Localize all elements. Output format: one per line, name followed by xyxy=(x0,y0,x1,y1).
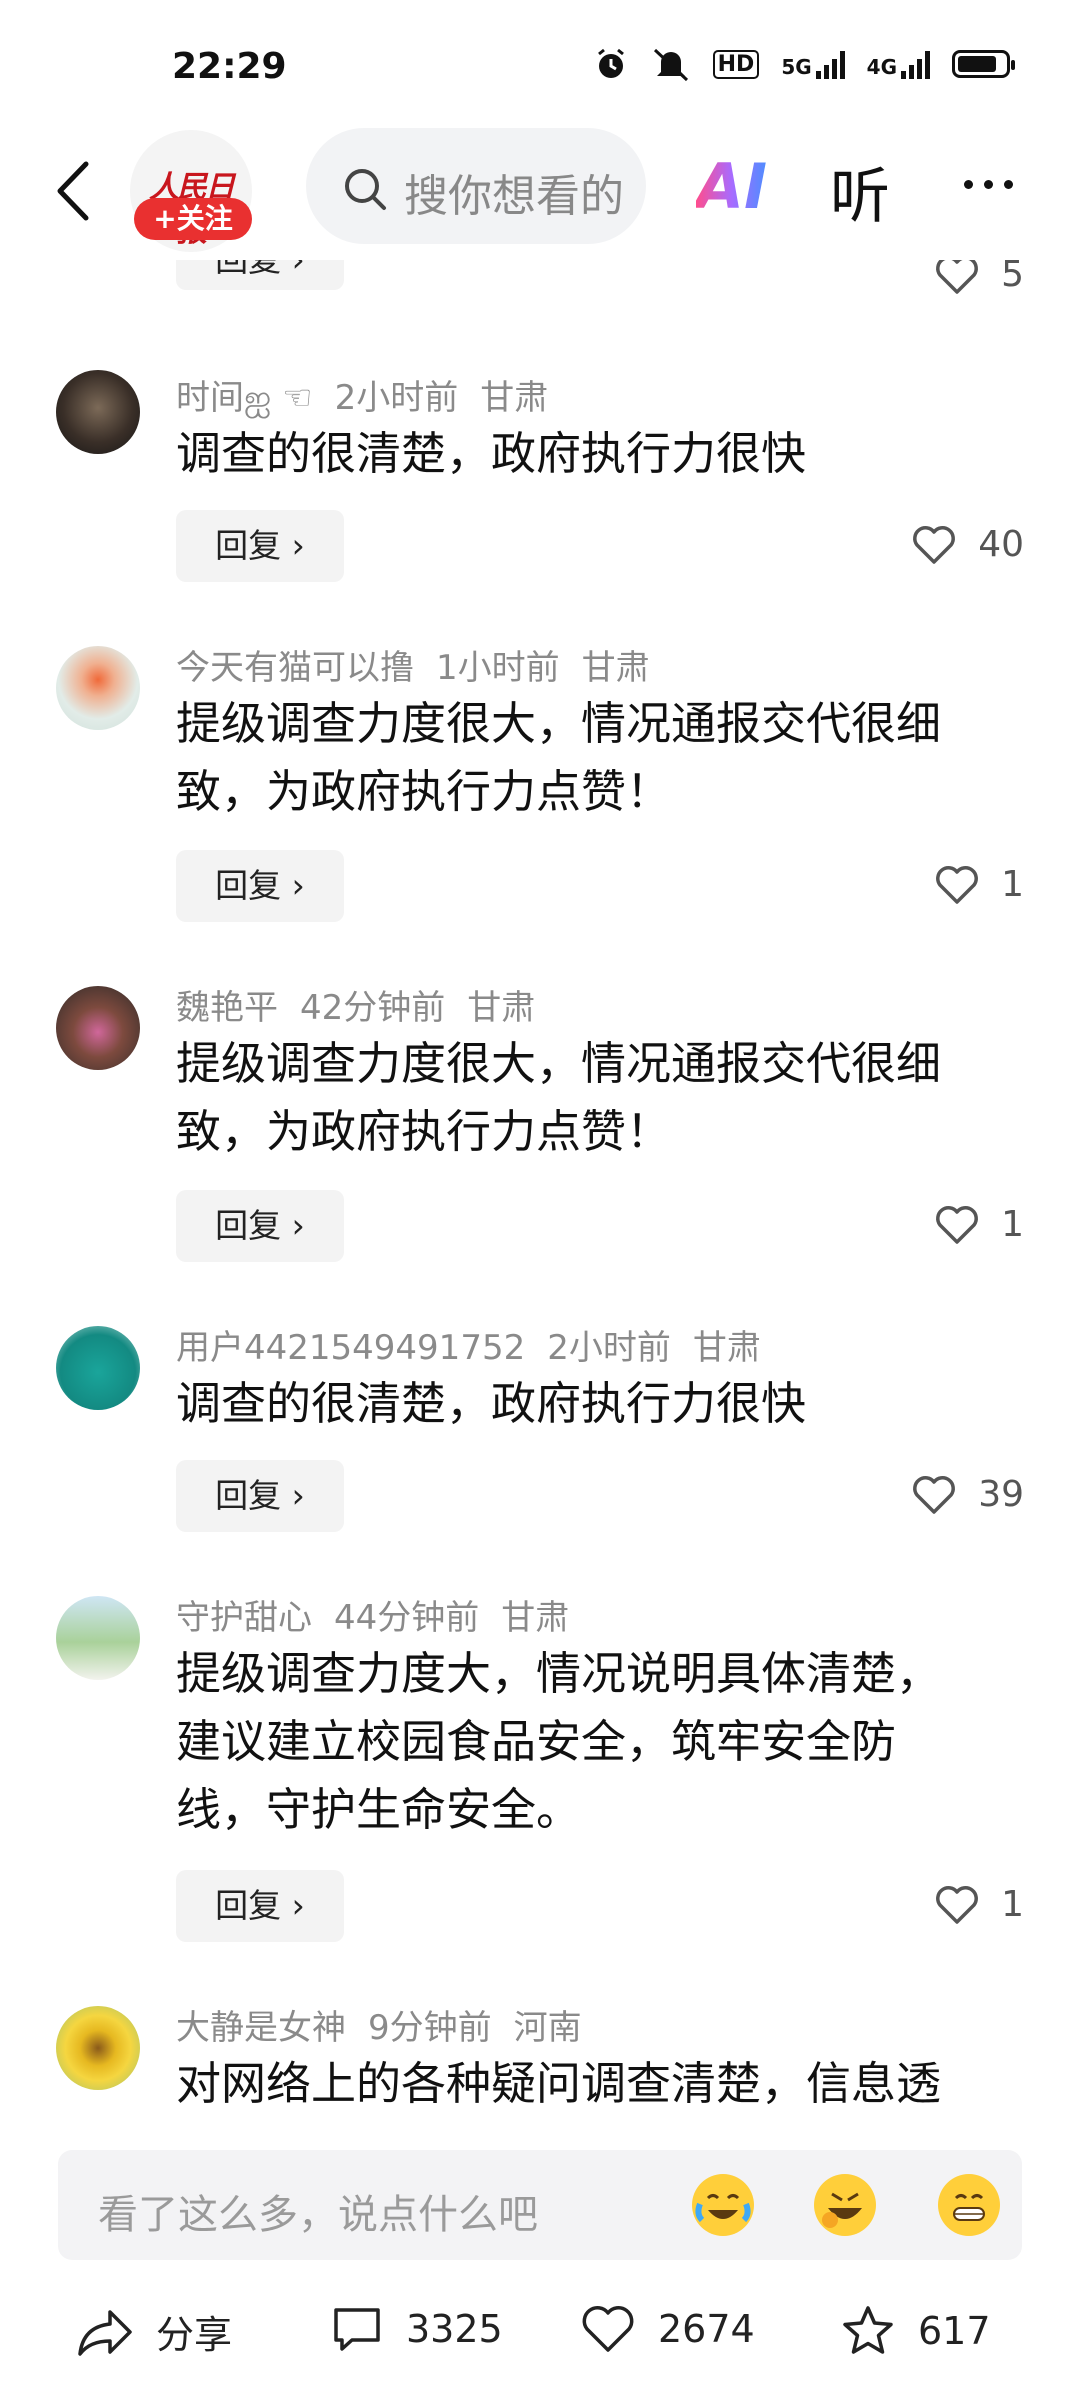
bottom-action-bar: 分享 3325 2674 617 xyxy=(0,2276,1080,2400)
network-5g-label: 5G xyxy=(781,55,812,79)
heart-icon xyxy=(936,1205,979,1244)
comment-text: 提级调查力度很大，情况通报交代很细致，为政府执行力点赞！ xyxy=(176,697,942,818)
comment-text: 提级调查力度大，情况说明具体清楚，建议建立校园食品安全，筑牢安全防线，守护生命安… xyxy=(176,1647,942,1836)
top-header: 人民日报 +关注 搜你想看的 AI 听 xyxy=(0,120,1080,260)
comment-username[interactable]: 大静是女神 xyxy=(176,2008,346,2048)
listen-button[interactable]: 听 xyxy=(830,148,890,235)
search-icon xyxy=(345,169,386,210)
signal-4g-icon xyxy=(901,49,930,79)
follow-button[interactable]: +关注 xyxy=(134,198,252,240)
heart-icon xyxy=(913,525,956,564)
like-article-button[interactable]: 2674 xyxy=(580,2304,755,2354)
user-avatar[interactable] xyxy=(56,1596,140,1680)
like-button[interactable]: 1 xyxy=(935,864,1024,905)
comment-time: 1小时前 xyxy=(436,648,560,688)
share-icon xyxy=(78,2309,132,2356)
comment-meta: 用户4421549491752 2小时前 甘肃 xyxy=(176,1320,783,1369)
like-button[interactable]: 1 xyxy=(935,1884,1024,1925)
comment-text: 调查的很清楚，政府执行力很快 xyxy=(176,1377,807,1430)
comment-time: 44分钟前 xyxy=(334,1598,480,1638)
comment-input-placeholder: 看了这么多，说点什么吧 xyxy=(98,2192,538,2238)
comment-meta: 时间ஐ ☜ 2小时前 甘肃 xyxy=(176,370,570,422)
likes-count: 2674 xyxy=(658,2307,755,2351)
heart-icon xyxy=(913,1475,956,1514)
comment-meta: 守护甜心 44分钟前 甘肃 xyxy=(176,1590,591,1639)
comment-location: 甘肃 xyxy=(480,378,549,418)
comment-location: 甘肃 xyxy=(467,988,536,1028)
star-icon xyxy=(843,2306,893,2354)
comment-username[interactable]: 魏艳平 xyxy=(176,988,278,1028)
reply-button[interactable]: 回复 › xyxy=(176,1190,344,1262)
favorites-count: 617 xyxy=(918,2309,991,2353)
comment-username[interactable]: 时间ஐ ☜ xyxy=(176,378,313,418)
heart-icon xyxy=(936,1885,979,1924)
back-arrow-icon[interactable] xyxy=(46,156,106,226)
signal-5g-icon xyxy=(815,49,845,79)
comment-location: 甘肃 xyxy=(692,1328,761,1368)
network-4g-label: 4G xyxy=(866,55,897,79)
reply-button[interactable]: 回复 › xyxy=(176,1870,344,1942)
more-options-icon[interactable] xyxy=(964,180,1013,189)
like-button[interactable]: 5 xyxy=(935,254,1024,295)
search-placeholder: 搜你想看的 xyxy=(404,171,624,222)
favorite-button[interactable]: 617 xyxy=(840,2304,991,2358)
status-bar: 22:29 HD 5G 4G xyxy=(0,0,1080,120)
status-time: 22:29 xyxy=(172,46,287,87)
user-avatar[interactable] xyxy=(56,370,140,454)
heart-icon xyxy=(582,2306,634,2352)
alarm-icon xyxy=(597,48,624,78)
mute-icon xyxy=(653,48,688,82)
comment-time: 2小时前 xyxy=(547,1328,671,1368)
comment-icon xyxy=(334,2308,380,2351)
heart-icon xyxy=(936,865,979,904)
search-box[interactable]: 搜你想看的 xyxy=(306,128,646,244)
comments-count: 3325 xyxy=(406,2307,503,2351)
user-avatar[interactable] xyxy=(56,1326,140,1410)
comment-time: 9分钟前 xyxy=(368,2008,492,2048)
comment-meta: 大静是女神 9分钟前 河南 xyxy=(176,2000,604,2049)
comment-location: 河南 xyxy=(513,2008,582,2048)
comment-text: 对网络上的各种疑问调查清楚，信息透 xyxy=(176,2057,942,2110)
comment-meta: 今天有猫可以撸 1小时前 甘肃 xyxy=(176,640,672,689)
like-count: 39 xyxy=(978,1474,1024,1515)
reply-button[interactable]: 回复 › xyxy=(176,850,344,922)
reply-button[interactable]: 回复 › xyxy=(176,510,344,582)
comment-text: 提级调查力度很大，情况通报交代很细致，为政府执行力点赞！ xyxy=(176,1037,942,1158)
comment-meta: 魏艳平 42分钟前 甘肃 xyxy=(176,980,557,1029)
user-avatar[interactable] xyxy=(56,646,140,730)
comments-button[interactable]: 3325 xyxy=(330,2304,503,2354)
share-button[interactable]: 分享 xyxy=(76,2304,232,2359)
like-count: 5 xyxy=(1001,254,1024,295)
hd-badge: HD xyxy=(712,49,760,79)
like-button[interactable]: 40 xyxy=(912,524,1024,565)
comment-username[interactable]: 今天有猫可以撸 xyxy=(176,648,414,688)
like-count: 40 xyxy=(978,524,1024,565)
comment-item: 大静是女神 9分钟前 河南 对网络上的各种疑问调查清楚，信息透 xyxy=(0,2000,1080,2110)
comment-location: 甘肃 xyxy=(501,1598,570,1638)
comment-location: 甘肃 xyxy=(581,648,650,688)
share-label: 分享 xyxy=(156,2313,233,2357)
comment-input[interactable]: 看了这么多，说点什么吧 xyxy=(58,2150,1022,2260)
battery-icon xyxy=(952,50,1015,78)
like-button[interactable]: 1 xyxy=(935,1204,1024,1245)
grinning-emoji-icon[interactable] xyxy=(938,2174,1000,2236)
status-icons: HD 5G 4G xyxy=(593,46,1015,82)
like-count: 1 xyxy=(1001,1884,1024,1925)
comment-time: 2小时前 xyxy=(334,378,459,418)
rolling-laughing-emoji-icon[interactable] xyxy=(814,2174,876,2236)
reply-button[interactable]: 回复 › xyxy=(176,1460,344,1532)
user-avatar[interactable] xyxy=(56,986,140,1070)
heart-icon xyxy=(936,255,979,294)
like-button[interactable]: 39 xyxy=(912,1474,1024,1515)
comment-text: 调查的很清楚，政府执行力很快 xyxy=(176,427,807,480)
ai-button[interactable]: AI xyxy=(696,150,767,223)
user-avatar[interactable] xyxy=(56,2006,140,2090)
comment-username[interactable]: 用户4421549491752 xyxy=(176,1328,525,1368)
like-count: 1 xyxy=(1001,1204,1024,1245)
comment-username[interactable]: 守护甜心 xyxy=(176,1598,312,1638)
crying-laughing-emoji-icon[interactable] xyxy=(692,2174,754,2236)
comment-time: 42分钟前 xyxy=(300,988,446,1028)
like-count: 1 xyxy=(1001,864,1024,905)
